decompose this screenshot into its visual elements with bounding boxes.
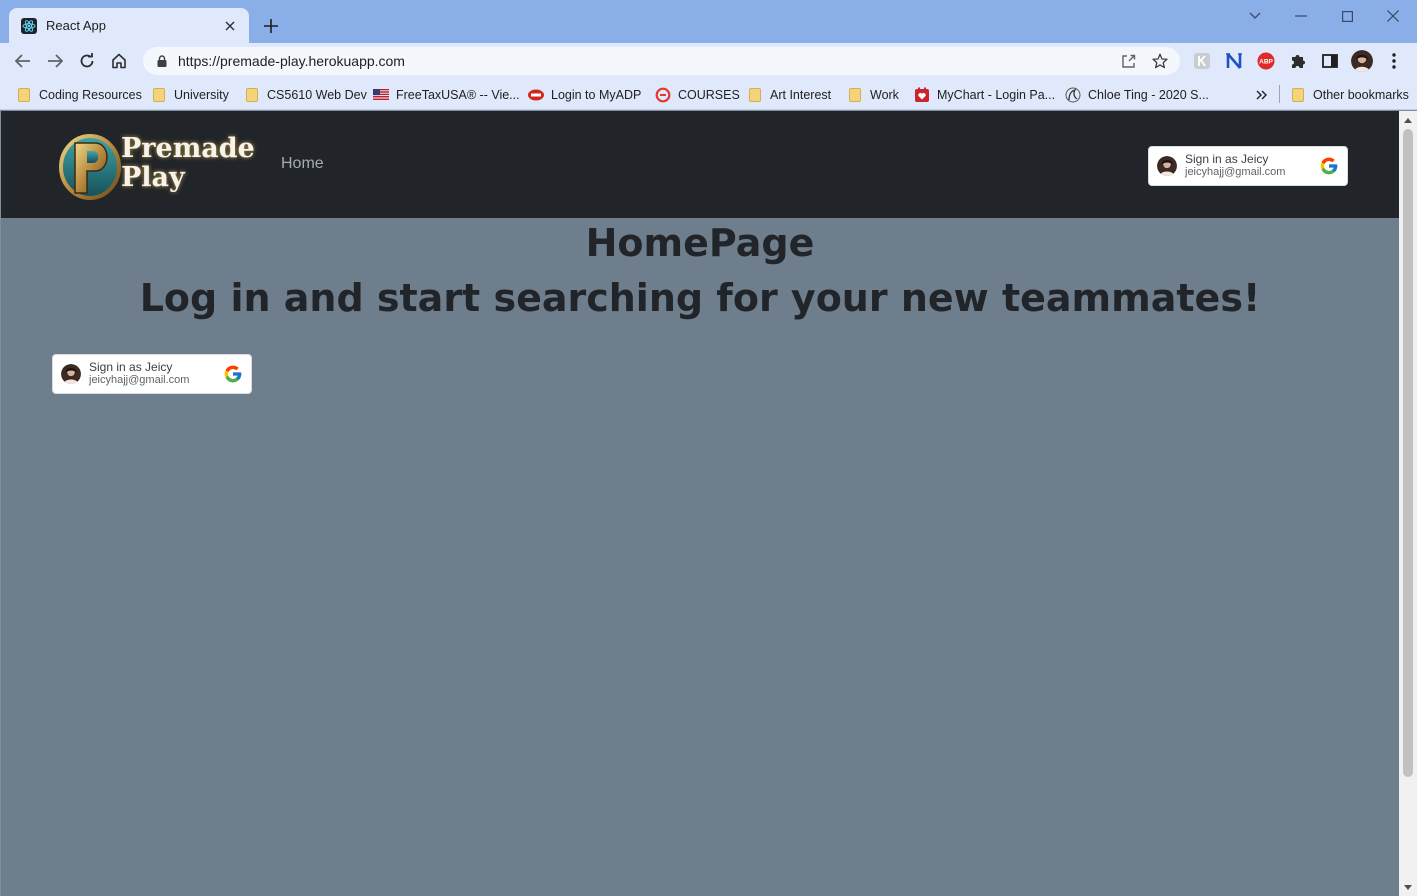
puzzle-icon[interactable] [1287,50,1309,72]
menu-icon[interactable] [1383,50,1405,72]
nav-home-link[interactable]: Home [281,155,324,173]
bookmark-myadp[interactable]: Login to MyADP [528,84,641,106]
google-signin-button-main[interactable]: Sign in as Jeicy jeicyhajj@gmail.com [52,354,252,394]
ext-k-icon[interactable] [1191,50,1213,72]
address-bar[interactable]: https://premade-play.herokuapp.com [143,47,1180,75]
bookmark-chloe-ting[interactable]: Chloe Ting - 2020 S... [1065,84,1209,106]
google-g-icon [1319,156,1339,176]
bookmark-university[interactable]: University [151,84,229,106]
signin-email: jeicyhajj@gmail.com [1185,166,1286,178]
bookmark-work[interactable]: Work [847,84,899,106]
close-icon[interactable] [221,17,239,35]
tab-title: React App [46,18,106,33]
signin-name: Sign in as Jeicy [1185,152,1269,166]
avatar [1157,156,1177,176]
navbar: Premade Play Home Sign in as Jeicy jeicy… [1,111,1399,218]
close-window-icon[interactable] [1383,6,1403,26]
reload-icon[interactable] [75,49,99,73]
new-tab-button[interactable] [259,14,283,38]
maximize-icon[interactable] [1337,6,1357,26]
google-signin-button-navbar[interactable]: Sign in as Jeicy jeicyhajj@gmail.com [1148,146,1348,186]
scroll-thumb[interactable] [1403,129,1413,777]
share-icon[interactable] [1116,49,1140,73]
scroll-down-icon[interactable] [1403,882,1413,892]
scroll-up-icon[interactable] [1403,115,1413,125]
profile-avatar[interactable] [1351,50,1373,72]
chevron-right-icon[interactable] [1256,84,1268,106]
mychart-icon [914,87,930,103]
page-title: HomePage [585,221,815,265]
folder-icon [244,87,260,103]
tab-search-icon[interactable] [1245,6,1265,26]
back-icon[interactable] [11,49,35,73]
tab-active[interactable]: React App [9,8,249,43]
courses-icon [655,87,671,103]
folder-icon [1290,87,1306,103]
brand-line2: Play [121,162,185,193]
tab-strip: React App [0,0,1417,43]
home-icon[interactable] [107,49,131,73]
google-g-icon [223,364,243,384]
bookmark-freetaxusa[interactable]: FreeTaxUSA® -- Vie... [373,84,520,106]
signin-name: Sign in as Jeicy [89,360,173,374]
folder-icon [151,87,167,103]
browser-toolbar: https://premade-play.herokuapp.com ABP [0,43,1417,79]
bookmark-courses[interactable]: COURSES [655,84,740,106]
bookmark-cs5610[interactable]: CS5610 Web Dev [244,84,367,106]
signin-email: jeicyhajj@gmail.com [89,374,190,386]
folder-icon [16,87,32,103]
svg-text:ABP: ABP [1259,59,1273,66]
avatar [61,364,81,384]
bookmark-art-interest[interactable]: Art Interest [747,84,831,106]
bookmark-mychart[interactable]: MyChart - Login Pa... [914,84,1055,106]
notion-icon[interactable] [1223,50,1245,72]
react-icon [21,17,37,34]
bookmark-coding-resources[interactable]: Coding Resources [16,84,142,106]
folder-icon [747,87,763,103]
us-flag-icon [373,87,389,103]
chloe-ting-icon [1065,87,1081,103]
adblock-icon[interactable]: ABP [1255,50,1277,72]
side-panel-icon[interactable] [1319,50,1341,72]
lock-icon[interactable] [155,54,169,68]
bookmarks-divider [1279,85,1280,103]
adp-icon [528,87,544,103]
page-subtitle: Log in and start searching for your new … [139,276,1261,320]
page-scrollbar[interactable] [1399,111,1417,896]
url-text[interactable]: https://premade-play.herokuapp.com [178,53,1116,69]
brand-line1: Premade [121,133,255,164]
page-viewport: Premade Play Home Sign in as Jeicy jeicy… [1,111,1399,896]
brand-logo[interactable]: Premade Play [59,133,255,201]
bookmark-other[interactable]: Other bookmarks [1290,84,1409,106]
bookmark-star-icon[interactable] [1148,49,1172,73]
folder-icon [847,87,863,103]
logo-p-emblem [59,134,121,200]
minimize-icon[interactable] [1291,6,1311,26]
bookmarks-bar: Coding Resources University CS5610 Web D… [0,79,1417,110]
forward-icon[interactable] [43,49,67,73]
